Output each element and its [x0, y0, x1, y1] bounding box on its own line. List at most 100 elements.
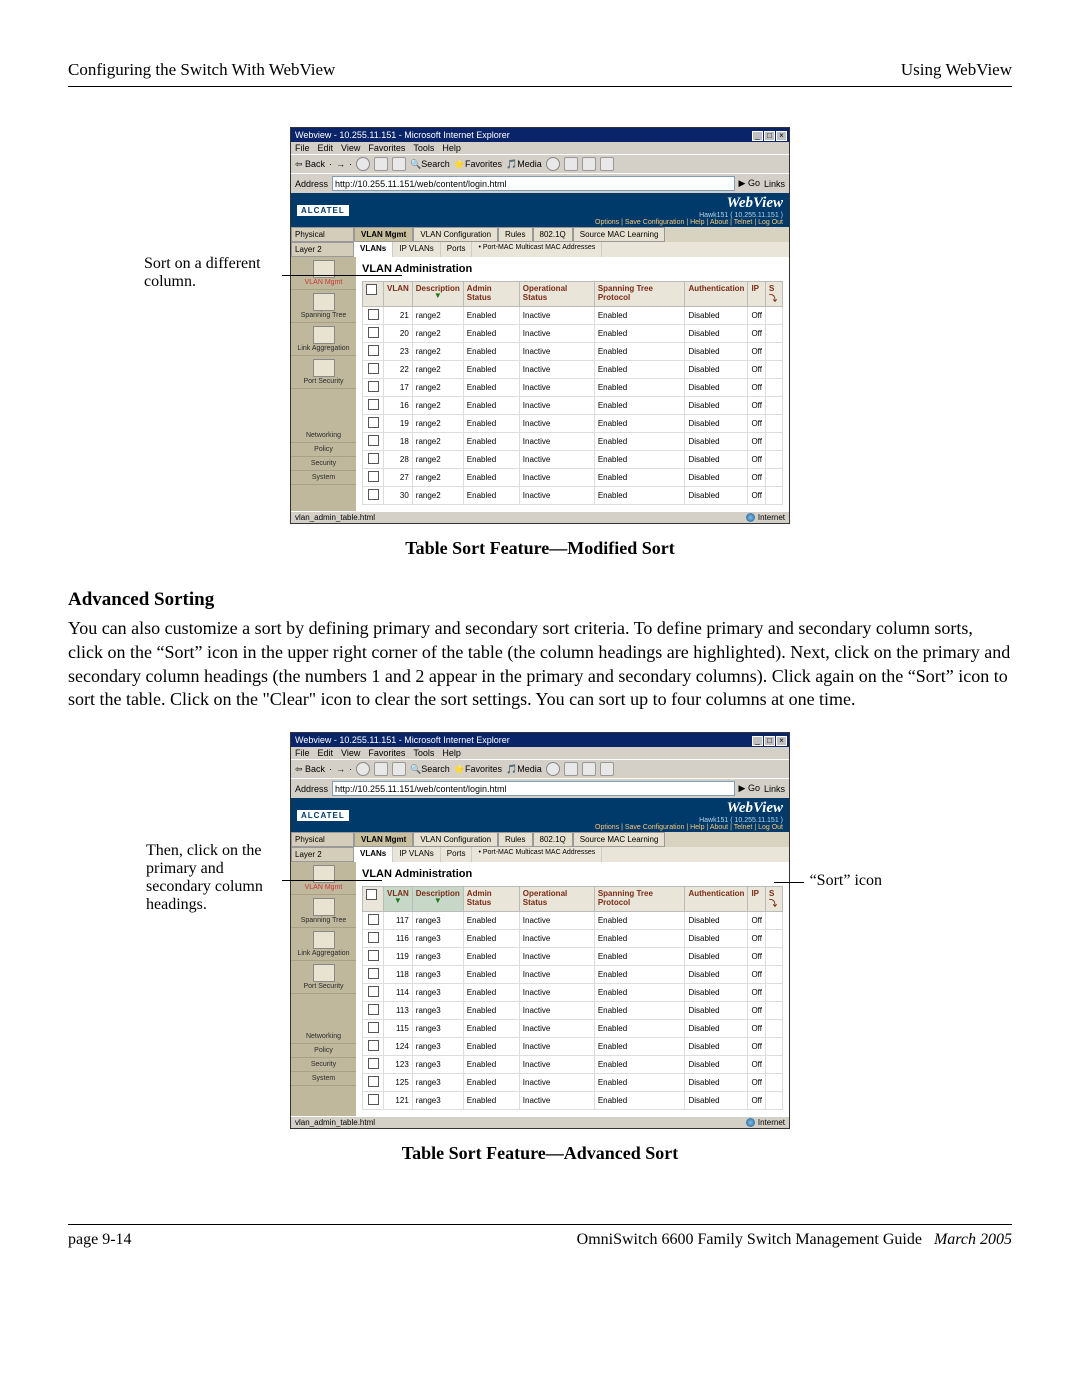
tab-vlan-config[interactable]: VLAN Configuration: [413, 227, 498, 242]
home-icon[interactable]: [392, 762, 406, 776]
mail-icon[interactable]: [564, 762, 578, 776]
row-checkbox[interactable]: [368, 1004, 379, 1015]
row-checkbox[interactable]: [368, 363, 379, 374]
tab-source-mac[interactable]: Source MAC Learning: [573, 227, 666, 242]
go-button[interactable]: ▶ Go: [739, 178, 760, 189]
side-label-layer2[interactable]: Layer 2: [291, 242, 354, 257]
row-checkbox[interactable]: [368, 381, 379, 392]
search-button[interactable]: 🔍Search: [410, 159, 450, 170]
row-checkbox[interactable]: [368, 968, 379, 979]
media-button[interactable]: 🎵Media: [506, 159, 542, 170]
nav-link-agg[interactable]: Link Aggregation: [291, 323, 356, 356]
col-auth[interactable]: Authentication: [685, 887, 748, 912]
refresh-icon[interactable]: [374, 762, 388, 776]
row-checkbox[interactable]: [368, 1040, 379, 1051]
sort-icon[interactable]: S⤵: [766, 887, 783, 912]
menu-help[interactable]: Help: [442, 143, 461, 153]
col-vlan[interactable]: VLAN: [384, 282, 413, 307]
nav-system[interactable]: System: [291, 471, 356, 485]
mail-icon[interactable]: [564, 157, 578, 171]
subtab-ports[interactable]: Ports: [441, 847, 473, 862]
menu-favorites[interactable]: Favorites: [368, 143, 405, 153]
side-label-physical[interactable]: Physical: [291, 832, 354, 847]
row-checkbox[interactable]: [368, 399, 379, 410]
nav-port-security[interactable]: Port Security: [291, 961, 356, 994]
col-admin-status[interactable]: Admin Status: [463, 887, 519, 912]
tab-8021q[interactable]: 802.1Q: [533, 832, 573, 847]
col-op-status[interactable]: Operational Status: [519, 887, 594, 912]
nav-vlan-mgmt[interactable]: VLAN Mgmt: [291, 862, 356, 895]
menu-file[interactable]: File: [295, 748, 310, 758]
forward-button[interactable]: →: [336, 764, 345, 774]
tab-vlan-mgmt[interactable]: VLAN Mgmt: [354, 227, 413, 242]
menu-view[interactable]: View: [341, 748, 360, 758]
menu-tools[interactable]: Tools: [413, 143, 434, 153]
menu-edit[interactable]: Edit: [318, 143, 334, 153]
col-auth[interactable]: Authentication: [685, 282, 748, 307]
back-button[interactable]: ⇦ Back: [295, 159, 325, 170]
refresh-icon[interactable]: [374, 157, 388, 171]
search-button[interactable]: 🔍Search: [410, 764, 450, 775]
go-button[interactable]: ▶ Go: [739, 783, 760, 794]
nav-security[interactable]: Security: [291, 1058, 356, 1072]
row-checkbox[interactable]: [368, 986, 379, 997]
subtab-ipvlans[interactable]: IP VLANs: [393, 847, 441, 862]
select-all-checkbox[interactable]: [366, 889, 377, 900]
links-button[interactable]: Links: [764, 179, 785, 189]
row-checkbox[interactable]: [368, 453, 379, 464]
forward-button[interactable]: →: [336, 159, 345, 169]
webview-options[interactable]: Options | Save Configuration | Help | Ab…: [595, 824, 783, 831]
stop-icon[interactable]: [356, 762, 370, 776]
subtab-ports[interactable]: Ports: [441, 242, 473, 257]
col-stp[interactable]: Spanning Tree Protocol: [594, 282, 685, 307]
nav-security[interactable]: Security: [291, 457, 356, 471]
col-ip[interactable]: IP: [748, 887, 766, 912]
side-label-physical[interactable]: Physical: [291, 227, 354, 242]
window-controls[interactable]: _□×: [751, 735, 787, 746]
menu-favorites[interactable]: Favorites: [368, 748, 405, 758]
tab-vlan-mgmt[interactable]: VLAN Mgmt: [354, 832, 413, 847]
subtab-vlans[interactable]: VLANs: [354, 847, 393, 862]
menu-bar[interactable]: File Edit View Favorites Tools Help: [291, 142, 789, 154]
edit-icon[interactable]: [600, 762, 614, 776]
row-checkbox[interactable]: [368, 1058, 379, 1069]
menu-bar[interactable]: File Edit View Favorites Tools Help: [291, 747, 789, 759]
tab-8021q[interactable]: 802.1Q: [533, 227, 573, 242]
row-checkbox[interactable]: [368, 327, 379, 338]
nav-port-security[interactable]: Port Security: [291, 356, 356, 389]
row-checkbox[interactable]: [368, 417, 379, 428]
row-checkbox[interactable]: [368, 932, 379, 943]
stop-icon[interactable]: [356, 157, 370, 171]
subtab-portmac[interactable]: • Port-MAC Multicast MAC Addresses: [472, 847, 602, 862]
menu-edit[interactable]: Edit: [318, 748, 334, 758]
row-checkbox[interactable]: [368, 1022, 379, 1033]
col-description[interactable]: Description▼: [412, 887, 463, 912]
edit-icon[interactable]: [600, 157, 614, 171]
col-description[interactable]: Description▼: [412, 282, 463, 307]
row-checkbox[interactable]: [368, 1094, 379, 1105]
nav-policy[interactable]: Policy: [291, 1044, 356, 1058]
media-button[interactable]: 🎵Media: [506, 764, 542, 775]
subtab-portmac[interactable]: • Port-MAC Multicast MAC Addresses: [472, 242, 602, 257]
row-checkbox[interactable]: [368, 914, 379, 925]
tab-source-mac[interactable]: Source MAC Learning: [573, 832, 666, 847]
menu-file[interactable]: File: [295, 143, 310, 153]
nav-networking[interactable]: Networking: [291, 429, 356, 443]
nav-spanning-tree[interactable]: Spanning Tree: [291, 895, 356, 928]
tab-rules[interactable]: Rules: [498, 832, 532, 847]
address-input[interactable]: [332, 176, 735, 191]
history-icon[interactable]: [546, 762, 560, 776]
favorites-button[interactable]: ⭐Favorites: [454, 159, 502, 170]
history-icon[interactable]: [546, 157, 560, 171]
side-label-layer2[interactable]: Layer 2: [291, 847, 354, 862]
nav-vlan-mgmt[interactable]: VLAN Mgmt: [291, 257, 356, 290]
favorites-button[interactable]: ⭐Favorites: [454, 764, 502, 775]
print-icon[interactable]: [582, 762, 596, 776]
col-stp[interactable]: Spanning Tree Protocol: [594, 887, 685, 912]
links-button[interactable]: Links: [764, 784, 785, 794]
print-icon[interactable]: [582, 157, 596, 171]
row-checkbox[interactable]: [368, 309, 379, 320]
col-admin-status[interactable]: Admin Status: [463, 282, 519, 307]
window-controls[interactable]: _□×: [751, 130, 787, 141]
back-button[interactable]: ⇦ Back: [295, 764, 325, 775]
